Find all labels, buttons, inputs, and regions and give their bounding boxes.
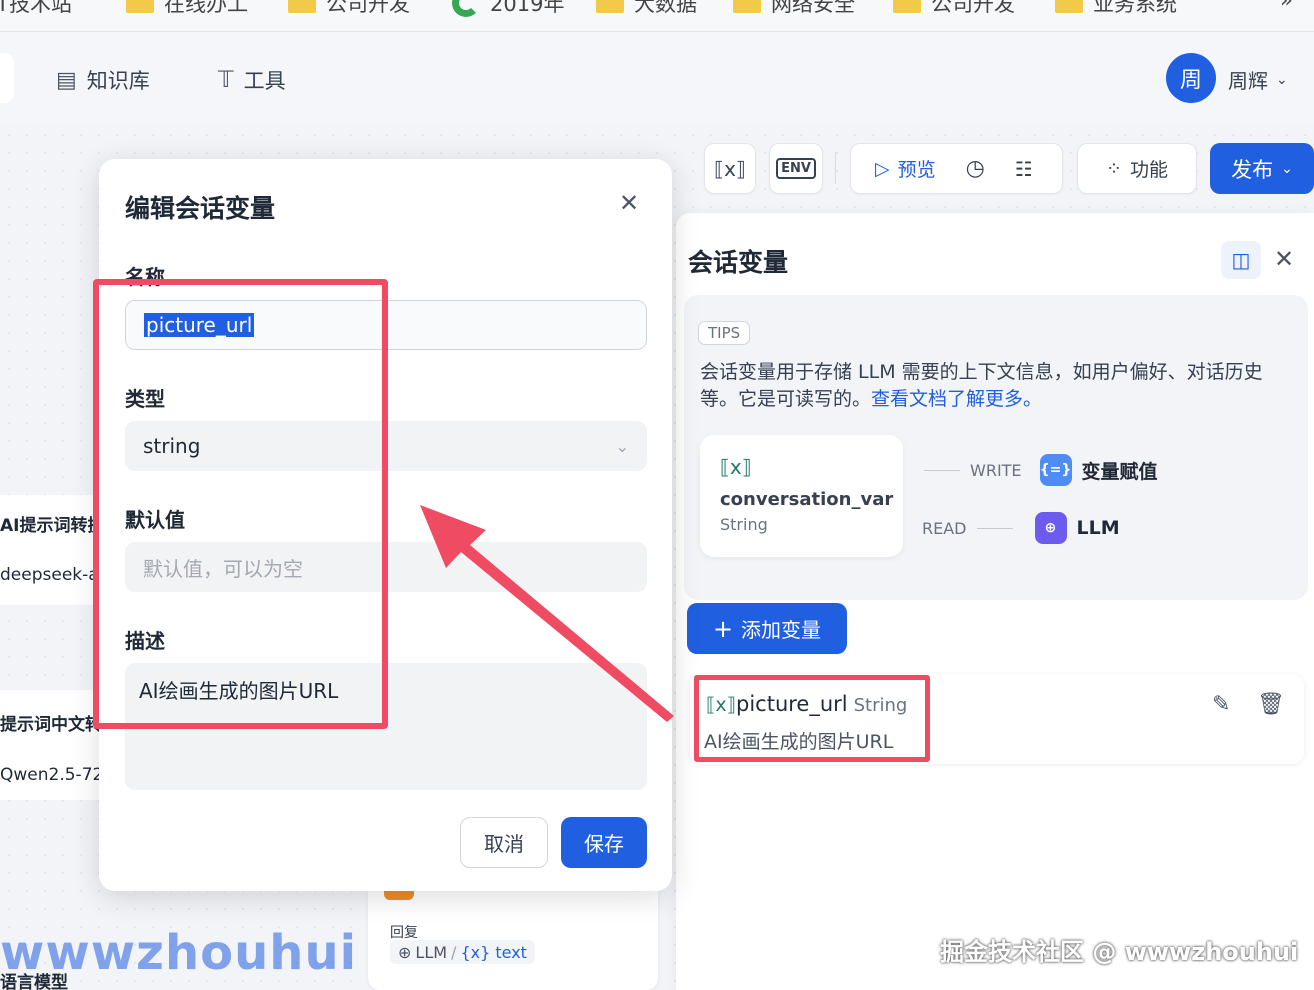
open-book-icon[interactable]: ◫ bbox=[1221, 241, 1261, 279]
close-icon[interactable]: ✕ bbox=[1274, 245, 1294, 273]
annotation-highlight-box bbox=[694, 675, 930, 762]
node-partial-title: 语言模型 bbox=[0, 973, 68, 990]
modal-title: 编辑会话变量 bbox=[125, 194, 276, 223]
save-button[interactable]: 保存 bbox=[561, 817, 647, 868]
env-icon: ENV bbox=[776, 158, 816, 179]
llm-icon: ⊕ bbox=[398, 942, 412, 962]
chevron-down-icon: ⌄ bbox=[1281, 160, 1293, 177]
c-logo-icon bbox=[452, 0, 480, 17]
tips-text: 会话变量用于存储 LLM 需要的上下文信息，如用户偏好、对话历史等。它是可读写的… bbox=[700, 361, 1263, 410]
tips-box: TIPS 会话变量用于存储 LLM 需要的上下文信息，如用户偏好、对话历史等。它… bbox=[684, 295, 1308, 600]
read-flow: READ ⊕ LLM bbox=[922, 512, 1120, 544]
llm-icon: ⊕ bbox=[1034, 512, 1067, 544]
annotation-highlight-box bbox=[93, 279, 388, 729]
bookmarks-more-button[interactable]: » bbox=[1280, 0, 1293, 12]
answer-node-label: 回复 bbox=[390, 925, 418, 941]
chevron-down-icon: ⌄ bbox=[1276, 71, 1288, 88]
preview-button[interactable]: ▷ 预览 bbox=[875, 155, 936, 182]
env-button[interactable]: ENV bbox=[769, 143, 823, 194]
write-flow: WRITE {=} 变量赋值 bbox=[924, 454, 1158, 486]
plus-icon: + bbox=[712, 614, 734, 643]
demo-variable-type: String bbox=[720, 515, 768, 534]
folder-icon bbox=[893, 0, 921, 13]
conversation-variables-panel: 会话变量 ◫ ✕ TIPS 会话变量用于存储 LLM 需要的上下文信息，如用户偏… bbox=[676, 213, 1314, 990]
bookmark-item[interactable]: 大数据 bbox=[596, 0, 697, 18]
app-header: ▤ 知识库 𝕋 工具 周 周辉 ⌄ bbox=[0, 33, 1314, 125]
arrow-left-icon bbox=[924, 469, 960, 471]
folder-icon bbox=[288, 0, 316, 13]
avatar[interactable]: 周 bbox=[1166, 53, 1216, 103]
folder-icon bbox=[126, 0, 154, 13]
conversation-var-button[interactable]: ⟦x⟧ bbox=[704, 143, 756, 194]
add-variable-button[interactable]: + 添加变量 bbox=[687, 603, 847, 654]
nav-tools[interactable]: 𝕋 工具 bbox=[218, 65, 286, 95]
nav-knowledge[interactable]: ▤ 知识库 bbox=[56, 65, 150, 95]
bookmark-item[interactable]: IT技术站 bbox=[0, 0, 72, 18]
variable-icon: ⟦x⟧ bbox=[720, 455, 752, 479]
variable-icon: ⟦x⟧ bbox=[714, 156, 746, 181]
bookmark-item[interactable]: 公司开发 bbox=[288, 0, 410, 18]
edit-icon[interactable]: ✎ bbox=[1212, 692, 1230, 717]
folder-icon bbox=[1055, 0, 1083, 13]
features-button[interactable]: ⁘ 功能 bbox=[1077, 143, 1197, 194]
bookmarks-bar: IT技术站 在线办工 公司开发 2019年 大数据 网络安全 公司开发 业务系统… bbox=[0, 0, 1314, 32]
demo-variable-card: ⟦x⟧ conversation_var String bbox=[700, 435, 903, 557]
bookmark-item[interactable]: 2019年 bbox=[452, 0, 564, 18]
close-icon[interactable]: ✕ bbox=[619, 189, 639, 217]
node-title: 提示词中文转 bbox=[0, 715, 102, 735]
chevron-down-icon: ⌄ bbox=[615, 436, 629, 456]
play-icon: ▷ bbox=[875, 157, 890, 180]
bookmark-item[interactable]: 公司开发 bbox=[893, 0, 1015, 18]
node-model: Qwen2.5-72 bbox=[0, 765, 104, 785]
tips-tag: TIPS bbox=[698, 321, 751, 345]
history-icon[interactable]: ◷ bbox=[966, 156, 985, 181]
demo-variable-name: conversation_var bbox=[720, 489, 894, 510]
folder-icon bbox=[596, 0, 624, 13]
node-title: AI提示词转换 bbox=[0, 516, 105, 536]
cancel-button[interactable]: 取消 bbox=[460, 817, 548, 868]
book-icon: ▤ bbox=[56, 67, 77, 93]
panel-title: 会话变量 bbox=[688, 248, 789, 277]
assign-icon: {=} bbox=[1039, 454, 1072, 486]
checklist-icon[interactable]: ☷ bbox=[1015, 157, 1033, 181]
user-menu[interactable]: 周辉 ⌄ bbox=[1228, 65, 1288, 94]
arrow-right-icon bbox=[976, 527, 1013, 529]
variable-chip: ⊕ LLM / {x} text bbox=[390, 940, 535, 964]
docs-link[interactable]: 查看文档了解更多。 bbox=[871, 388, 1042, 410]
publish-button[interactable]: 发布 ⌄ bbox=[1210, 143, 1314, 194]
folder-icon bbox=[733, 0, 761, 13]
bookmark-item[interactable]: 业务系统 bbox=[1055, 0, 1177, 18]
preview-group: ▷ 预览 ◷ ☷ bbox=[850, 143, 1063, 194]
trash-icon[interactable]: 🗑 bbox=[1257, 692, 1285, 717]
apps-icon: ⁘ bbox=[1106, 157, 1122, 180]
bookmark-item[interactable]: 网络安全 bbox=[733, 0, 855, 18]
header-left-stub[interactable] bbox=[0, 53, 14, 103]
tool-icon: 𝕋 bbox=[218, 67, 234, 93]
watermark-right: 掘金技术社区 @ wwwzhouhui bbox=[940, 938, 1299, 966]
bookmark-item[interactable]: 在线办工 bbox=[126, 0, 248, 18]
toolbar-divider bbox=[835, 152, 836, 184]
